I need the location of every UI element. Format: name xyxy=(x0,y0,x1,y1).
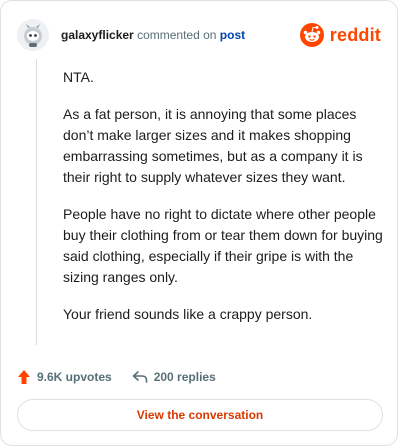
comment-body: NTA. As a fat person, it is annoying tha… xyxy=(63,67,383,341)
comment-paragraph: As a fat person, it is annoying that som… xyxy=(63,106,363,185)
embedded-comment-card: galaxyflicker commented on post reddit N… xyxy=(0,0,398,446)
thread-line xyxy=(36,59,37,345)
comment-paragraph: NTA. xyxy=(63,69,94,85)
username-link[interactable]: galaxyflicker xyxy=(61,28,134,42)
comment-header: galaxyflicker commented on post reddit xyxy=(17,19,381,51)
comment-paragraph: Your friend sounds like a crappy person. xyxy=(63,306,313,322)
byline-action-text: commented on xyxy=(137,28,217,42)
reddit-wordmark: reddit xyxy=(329,24,381,45)
reply-count[interactable]: 200 replies xyxy=(132,370,216,384)
reply-label: 200 replies xyxy=(153,370,216,384)
reddit-logo[interactable]: reddit xyxy=(299,19,381,51)
view-conversation-button[interactable]: View the conversation xyxy=(17,399,383,431)
comment-stats: 9.6K upvotes 200 replies xyxy=(17,367,216,387)
comment-paragraph: People have no right to dictate where ot… xyxy=(63,206,383,285)
reddit-snoo-logo-icon xyxy=(299,23,324,47)
comment-byline: galaxyflicker commented on post xyxy=(61,27,245,43)
upvote-arrow-icon xyxy=(18,370,30,384)
upvote-label: 9.6K upvotes xyxy=(37,370,112,384)
post-link[interactable]: post xyxy=(220,28,245,42)
upvote-count[interactable]: 9.6K upvotes xyxy=(17,369,112,385)
reply-arrow-icon xyxy=(132,371,148,383)
snoo-avatar-icon[interactable] xyxy=(17,19,49,51)
